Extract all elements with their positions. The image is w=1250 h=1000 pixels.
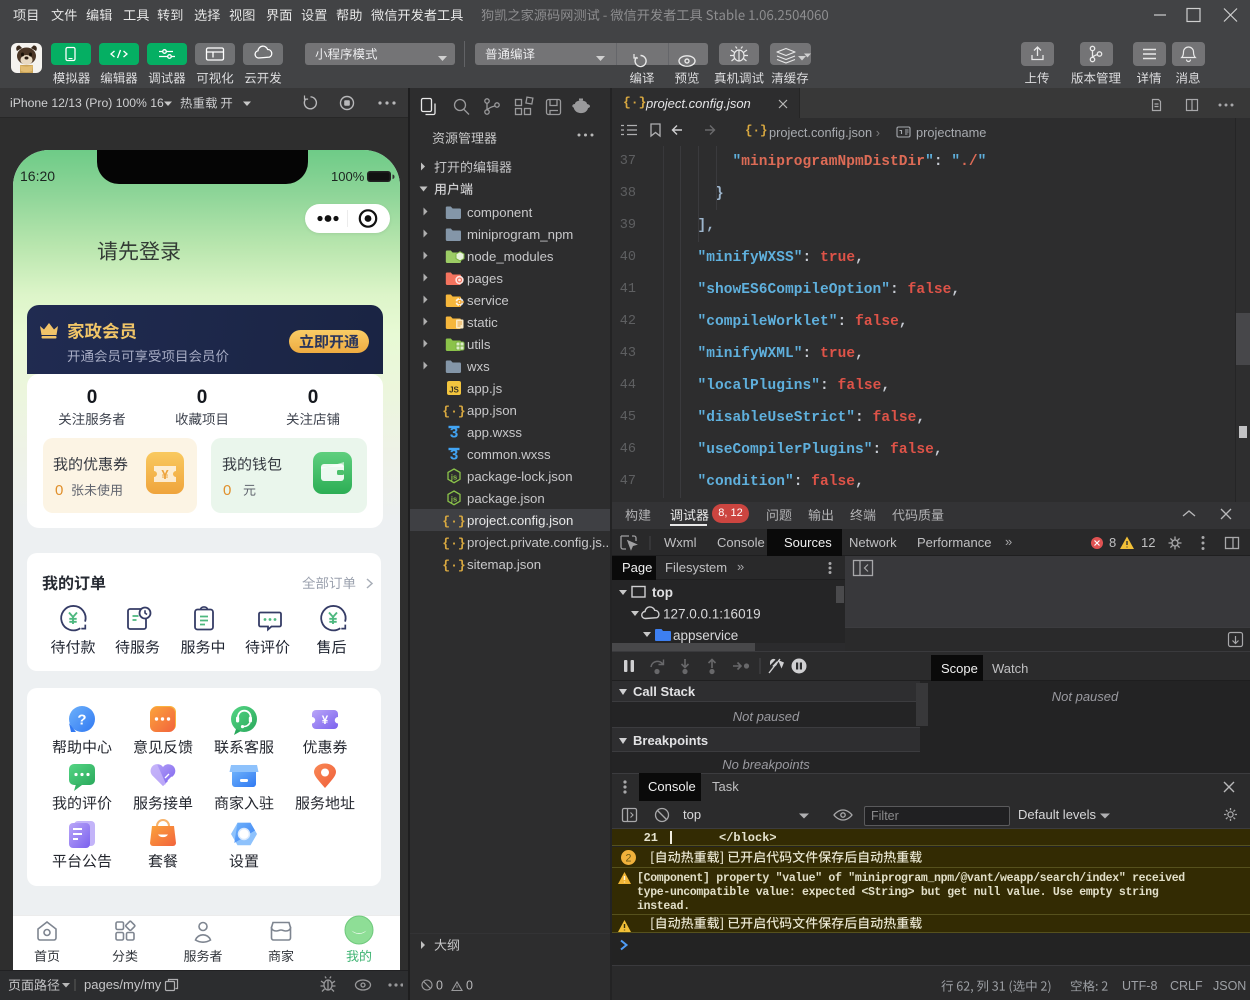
svg-text:miniprogram_npm: miniprogram_npm bbox=[467, 227, 573, 242]
svg-text:JS: JS bbox=[449, 386, 459, 395]
svg-text:service: service bbox=[467, 293, 509, 308]
svg-text:appservice: appservice bbox=[673, 628, 738, 643]
svg-text:2: 2 bbox=[626, 852, 632, 864]
svg-text:js: js bbox=[450, 473, 457, 482]
svg-text:app.json: app.json bbox=[467, 403, 517, 418]
svg-text:top: top bbox=[652, 585, 673, 600]
svg-text:static: static bbox=[467, 315, 498, 330]
svg-text:{·}: {·} bbox=[442, 514, 465, 529]
svg-text:0: 0 bbox=[436, 979, 443, 993]
svg-text:package-lock.json: package-lock.json bbox=[467, 469, 573, 484]
svg-text:{·}: {·} bbox=[442, 558, 465, 573]
svg-text:{·}: {·} bbox=[442, 404, 465, 419]
svg-text:sitemap.json: sitemap.json bbox=[467, 557, 541, 572]
svg-text:app.js: app.js bbox=[467, 381, 503, 396]
svg-text:node_modules: node_modules bbox=[467, 249, 554, 264]
svg-text:project.private.config.js...: project.private.config.js... bbox=[467, 535, 612, 550]
svg-text:127.0.0.1:16019: 127.0.0.1:16019 bbox=[663, 607, 761, 622]
svg-text:project.config.json: project.config.json bbox=[467, 513, 573, 528]
svg-text:¥: ¥ bbox=[322, 715, 329, 727]
svg-text:utils: utils bbox=[467, 337, 491, 352]
svg-text:pages: pages bbox=[467, 271, 503, 286]
svg-text:{·}: {·} bbox=[442, 536, 465, 551]
svg-text:wxs: wxs bbox=[466, 359, 490, 374]
svg-text:0: 0 bbox=[466, 979, 473, 993]
svg-text:js: js bbox=[450, 495, 457, 504]
svg-text:common.wxss: common.wxss bbox=[467, 447, 551, 462]
svg-text:app.wxss: app.wxss bbox=[467, 425, 522, 440]
svg-text:package.json: package.json bbox=[467, 491, 545, 506]
svg-text:component: component bbox=[467, 205, 533, 220]
svg-text:?: ? bbox=[77, 712, 86, 729]
svg-text:¥: ¥ bbox=[161, 467, 169, 482]
